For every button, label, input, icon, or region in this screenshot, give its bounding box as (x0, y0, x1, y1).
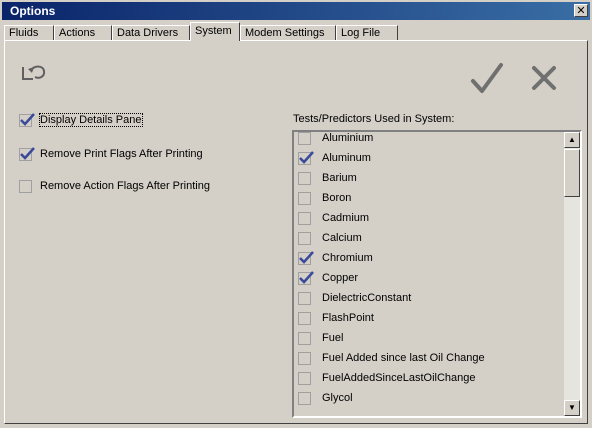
list-item-label: Glycol (322, 392, 353, 404)
list-item[interactable]: Fuel (298, 329, 568, 349)
window-title: Options (10, 4, 56, 18)
tab-strip: Fluids Actions Data Drivers System Modem… (4, 22, 588, 41)
checkbox[interactable] (298, 172, 311, 185)
display-details-pane-option[interactable]: Display Details Pane (19, 113, 259, 129)
list-item[interactable]: FuelAddedSinceLastOilChange (298, 369, 568, 389)
checkbox[interactable] (298, 332, 311, 345)
checkbox[interactable] (19, 180, 32, 193)
list-item[interactable]: Barium (298, 169, 568, 189)
list-item[interactable]: FlashPoint (298, 309, 568, 329)
checkbox[interactable] (19, 113, 35, 127)
checkmark-icon (20, 113, 35, 126)
x-icon[interactable] (529, 63, 559, 93)
vertical-scrollbar[interactable]: ▲ ▼ (564, 132, 580, 416)
checkbox[interactable] (298, 312, 311, 325)
list-item-label: Fuel Added since last Oil Change (322, 352, 485, 364)
tab-fluids[interactable]: Fluids (4, 25, 54, 40)
close-button[interactable]: ✕ (574, 4, 588, 17)
list-item[interactable]: Boron (298, 189, 568, 209)
title-bar[interactable]: Options ✕ (2, 2, 590, 20)
checkmark-icon (20, 147, 35, 160)
scroll-thumb[interactable] (564, 149, 580, 197)
remove-print-flags-option[interactable]: Remove Print Flags After Printing (19, 147, 279, 163)
list-item-label: Fuel (322, 332, 344, 344)
tab-data-drivers[interactable]: Data Drivers (112, 25, 190, 40)
list-item-label: Copper (322, 272, 359, 284)
checkbox[interactable] (298, 151, 314, 165)
scroll-up-button[interactable]: ▲ (564, 132, 580, 148)
checkbox[interactable] (298, 292, 311, 305)
system-panel: Display Details Pane Remove Print Flags … (4, 40, 588, 424)
list-item-label: DielectricConstant (322, 292, 412, 304)
tab-log-file[interactable]: Log File (336, 25, 398, 40)
list-item-label: Calcium (322, 232, 362, 244)
list-item-label: Barium (322, 172, 357, 184)
checkbox[interactable] (298, 192, 311, 205)
tab-modem-settings[interactable]: Modem Settings (240, 25, 336, 40)
list-item[interactable]: Aluminum (298, 149, 568, 169)
list-item[interactable]: Chromium (298, 249, 568, 269)
checkbox[interactable] (298, 232, 311, 245)
list-item-label: Boron (322, 192, 352, 204)
list-item[interactable]: Calcium (298, 229, 568, 249)
tab-actions[interactable]: Actions (54, 25, 112, 40)
scroll-down-button[interactable]: ▼ (564, 400, 580, 416)
list-item-label: Cadmium (322, 212, 370, 224)
tab-system[interactable]: System (190, 22, 240, 41)
checkmark-icon (299, 271, 314, 284)
remove-action-flags-option[interactable]: Remove Action Flags After Printing (19, 179, 279, 195)
option-label: Remove Print Flags After Printing (40, 148, 203, 160)
checkbox[interactable] (298, 132, 311, 145)
checkbox[interactable] (298, 212, 311, 225)
checkbox[interactable] (298, 352, 311, 365)
list-item[interactable]: Fuel Added since last Oil Change (298, 349, 568, 369)
checkbox[interactable] (298, 271, 314, 285)
tests-predictors-listbox[interactable]: Aluminium Aluminum Barium Boron Cadmium (292, 130, 582, 418)
options-window: Options ✕ Fluids Actions Data Drivers Sy… (0, 0, 592, 428)
checkmark-icon (299, 251, 314, 264)
checkbox[interactable] (19, 147, 35, 161)
checkbox[interactable] (298, 372, 311, 385)
option-label: Remove Action Flags After Printing (40, 180, 210, 192)
checkmark-icon[interactable] (469, 61, 505, 97)
list-item[interactable]: Glycol (298, 389, 568, 409)
list-item[interactable]: Aluminium (298, 132, 568, 149)
tests-list-label: Tests/Predictors Used in System: (293, 113, 455, 125)
list-item-label: Aluminum (322, 152, 371, 164)
list-item-label: FuelAddedSinceLastOilChange (322, 372, 476, 384)
checkmark-icon (299, 151, 314, 164)
undo-icon[interactable] (19, 61, 49, 83)
checkbox[interactable] (298, 251, 314, 265)
option-label: Display Details Pane (39, 113, 143, 127)
list-item[interactable]: DielectricConstant (298, 289, 568, 309)
list-item-label: FlashPoint (322, 312, 374, 324)
list-item-label: Aluminium (322, 132, 374, 144)
checkbox[interactable] (298, 392, 311, 405)
list-item[interactable]: Copper (298, 269, 568, 289)
list-item-label: Chromium (322, 252, 373, 264)
list-item[interactable]: Cadmium (298, 209, 568, 229)
